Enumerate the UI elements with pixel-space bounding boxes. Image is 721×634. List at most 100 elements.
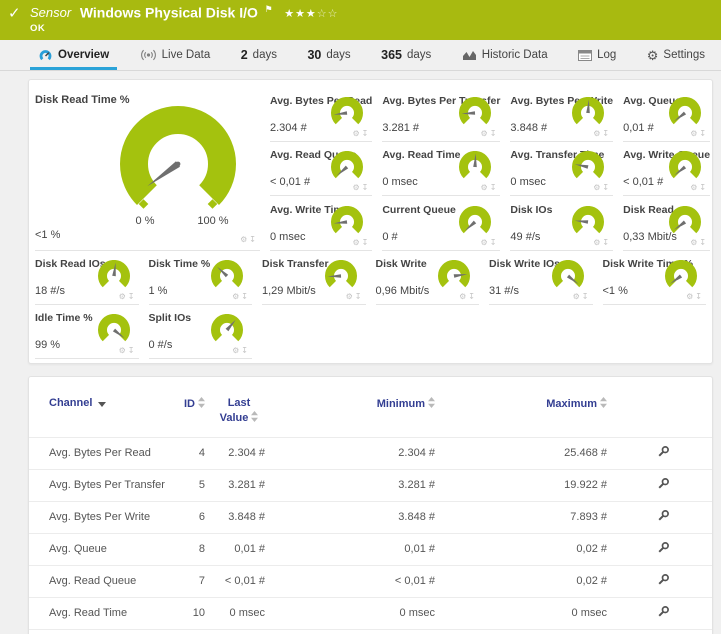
channel-settings-icon[interactable]: [656, 605, 670, 619]
tab-settings[interactable]: ⚙Settings: [647, 40, 705, 70]
cell-channel[interactable]: Avg. Bytes Per Write: [29, 501, 169, 533]
gear-icon[interactable]: ⚙: [690, 183, 699, 192]
gauge-avg-write-queue[interactable]: Avg. Write Queue< 0,01 #⚙↧: [623, 142, 710, 196]
sort-icon[interactable]: [428, 397, 435, 408]
gear-icon[interactable]: ⚙: [690, 238, 699, 247]
gauge-idle-time[interactable]: Idle Time %99 %⚙↧: [35, 305, 139, 359]
column-header-id[interactable]: ID: [169, 389, 209, 437]
cell-actions[interactable]: [613, 533, 712, 565]
pin-icon[interactable]: ↧: [241, 292, 250, 301]
gear-icon[interactable]: ⚙: [352, 183, 361, 192]
pin-icon[interactable]: ↧: [362, 183, 371, 192]
pin-icon[interactable]: ↧: [582, 292, 591, 301]
pin-icon[interactable]: ↧: [249, 235, 258, 244]
gear-icon[interactable]: ⚙: [352, 238, 361, 247]
table-row-avg-bytes-per-write[interactable]: Avg. Bytes Per Write63.848 #3.848 #7.893…: [29, 501, 712, 533]
gauge-corner-icons[interactable]: ⚙↧: [352, 129, 370, 138]
gauge-disk-ios[interactable]: Disk IOs49 #/s⚙↧: [510, 197, 613, 251]
gear-icon[interactable]: ⚙: [481, 238, 490, 247]
gear-icon[interactable]: ⚙: [119, 292, 128, 301]
gear-icon[interactable]: ⚙: [686, 292, 695, 301]
gauge-corner-icons[interactable]: ⚙↧: [352, 238, 370, 247]
gauge-corner-icons[interactable]: ⚙↧: [481, 183, 499, 192]
tab-30-days[interactable]: 30days: [307, 40, 350, 70]
gauge-corner-icons[interactable]: ⚙↧: [481, 129, 499, 138]
cell-actions[interactable]: [613, 597, 712, 629]
gear-icon[interactable]: ⚙: [573, 292, 582, 301]
gauge-corner-icons[interactable]: ⚙↧: [690, 183, 708, 192]
sort-icon[interactable]: [198, 397, 205, 408]
gauge-disk-read-ios[interactable]: Disk Read IOs18 #/s⚙↧: [35, 251, 139, 305]
channel-settings-icon[interactable]: [656, 541, 670, 555]
tab-365-days[interactable]: 365days: [381, 40, 431, 70]
pin-icon[interactable]: ↧: [128, 292, 137, 301]
gauge-split-ios[interactable]: Split IOs0 #/s⚙↧: [149, 305, 253, 359]
tab-2-days[interactable]: 2days: [241, 40, 277, 70]
gauge-corner-icons[interactable]: ⚙↧: [573, 292, 591, 301]
cell-actions[interactable]: [613, 565, 712, 597]
cell-channel[interactable]: Avg. Read Queue: [29, 565, 169, 597]
table-row-avg-bytes-per-read[interactable]: Avg. Bytes Per Read42.304 #2.304 #25.468…: [29, 437, 712, 469]
gauge-corner-icons[interactable]: ⚙↧: [690, 238, 708, 247]
gauge-disk-read-time[interactable]: Disk Read Time % 0 % 100 % <1 % ⚙↧: [35, 88, 260, 251]
gear-icon[interactable]: ⚙: [690, 129, 699, 138]
gauge-corner-icons[interactable]: ⚙↧: [119, 292, 137, 301]
pin-icon[interactable]: ↧: [355, 292, 364, 301]
pin-icon[interactable]: ↧: [695, 292, 704, 301]
pin-icon[interactable]: ↧: [602, 183, 611, 192]
pin-icon[interactable]: ↧: [241, 346, 250, 355]
tab-historic-data[interactable]: Historic Data: [462, 40, 548, 70]
gauge-disk-time[interactable]: Disk Time %1 %⚙↧: [149, 251, 253, 305]
pin-icon[interactable]: ↧: [468, 292, 477, 301]
gauge-corner-icons[interactable]: ⚙↧: [346, 292, 364, 301]
pin-icon[interactable]: ↧: [602, 238, 611, 247]
tab-log[interactable]: Log: [578, 40, 616, 70]
column-header-channel[interactable]: Channel: [29, 389, 169, 437]
channel-settings-icon[interactable]: [656, 573, 670, 587]
gauge-corner-icons[interactable]: ⚙↧: [481, 238, 499, 247]
gauge-current-queue[interactable]: Current Queue0 #⚙↧: [382, 197, 500, 251]
gear-icon[interactable]: ⚙: [119, 346, 128, 355]
cell-actions[interactable]: [613, 629, 712, 634]
column-header-maximum[interactable]: Maximum: [441, 389, 613, 437]
pin-icon[interactable]: ↧: [699, 129, 708, 138]
channel-settings-icon[interactable]: [656, 477, 670, 491]
gauge-corner-icons[interactable]: ⚙↧: [232, 346, 250, 355]
cell-channel[interactable]: Avg. Queue: [29, 533, 169, 565]
pin-icon[interactable]: ↧: [490, 238, 499, 247]
channel-settings-icon[interactable]: [656, 445, 670, 459]
cell-actions[interactable]: [613, 501, 712, 533]
gear-icon[interactable]: ⚙: [232, 346, 241, 355]
gauge-avg-read-time[interactable]: Avg. Read Time0 msec⚙↧: [382, 142, 500, 196]
pin-icon[interactable]: ↧: [602, 129, 611, 138]
table-row-avg-transfer-time[interactable]: Avg. Transfer Time110 msec0 msec0 msec: [29, 629, 712, 634]
gear-icon[interactable]: ⚙: [346, 292, 355, 301]
stars-empty[interactable]: ☆☆: [317, 8, 339, 20]
gear-icon[interactable]: ⚙: [481, 183, 490, 192]
gear-icon[interactable]: ⚙: [232, 292, 241, 301]
channel-settings-icon[interactable]: [656, 509, 670, 523]
tab-live-data[interactable]: Live Data: [140, 40, 211, 70]
gauge-disk-write[interactable]: Disk Write0,96 Mbit/s⚙↧: [376, 251, 480, 305]
priority-stars[interactable]: ★★★☆☆: [284, 8, 338, 20]
pin-icon[interactable]: ↧: [699, 238, 708, 247]
gauge-disk-transfer[interactable]: Disk Transfer1,29 Mbit/s⚙↧: [262, 251, 366, 305]
gauge-avg-bytes-per-transfer[interactable]: Avg. Bytes Per Transfer3.281 #⚙↧: [382, 88, 500, 142]
gauge-corner-icons[interactable]: ⚙↧: [593, 129, 611, 138]
tab-overview[interactable]: Overview: [38, 40, 109, 70]
cell-channel[interactable]: Avg. Transfer Time: [29, 629, 169, 634]
gauge-corner-icons[interactable]: ⚙↧: [593, 183, 611, 192]
cell-actions[interactable]: [613, 469, 712, 501]
pin-icon[interactable]: ↧: [128, 346, 137, 355]
pin-icon[interactable]: ↧: [490, 129, 499, 138]
gauge-avg-transfer-time[interactable]: Avg. Transfer Time0 msec⚙↧: [510, 142, 613, 196]
gauge-disk-read[interactable]: Disk Read0,33 Mbit/s⚙↧: [623, 197, 710, 251]
table-row-avg-read-queue[interactable]: Avg. Read Queue7< 0,01 #< 0,01 #0,02 #: [29, 565, 712, 597]
pin-icon[interactable]: ↧: [362, 129, 371, 138]
pin-icon[interactable]: ↧: [699, 183, 708, 192]
pin-icon[interactable]: ↧: [490, 183, 499, 192]
gauge-avg-bytes-per-write[interactable]: Avg. Bytes Per Write3.848 #⚙↧: [510, 88, 613, 142]
table-row-avg-queue[interactable]: Avg. Queue80,01 #0,01 #0,02 #: [29, 533, 712, 565]
cell-channel[interactable]: Avg. Read Time: [29, 597, 169, 629]
gear-icon[interactable]: ⚙: [459, 292, 468, 301]
